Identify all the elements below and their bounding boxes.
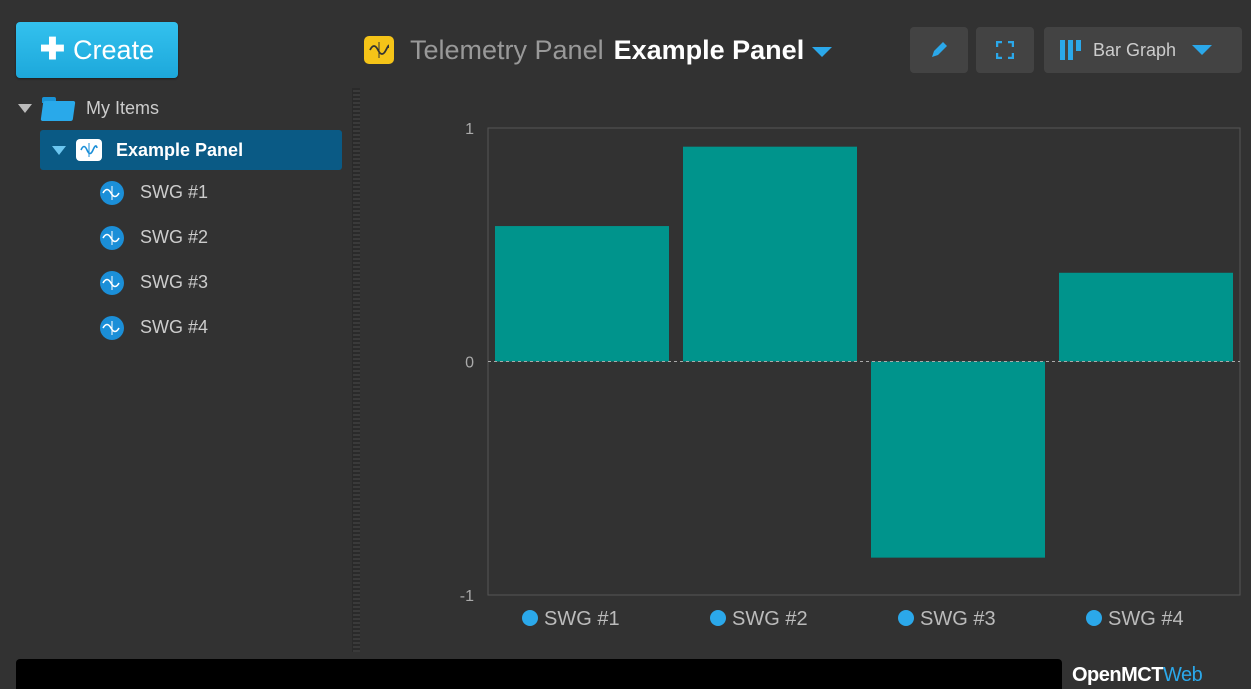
object-tree: My Items Example Panel SWG #1 SWG #2 SWG… [18, 86, 348, 350]
object-header: Telemetry Panel Example Panel [364, 28, 833, 72]
tree-item-swg-4[interactable]: SWG #4 [18, 305, 348, 350]
view-label: Bar Graph [1093, 39, 1177, 60]
folder-icon [40, 95, 76, 121]
x-tick-label: SWG #2 [732, 608, 808, 630]
tree-item-label: My Items [86, 97, 160, 118]
bar-3 [871, 361, 1045, 558]
disclosure-triangle-icon[interactable] [52, 145, 66, 155]
telemetry-point-icon [100, 180, 124, 205]
bar-4 [1059, 272, 1233, 362]
tree-item-my-items[interactable]: My Items [18, 86, 348, 130]
object-name-title[interactable]: Example Panel [614, 35, 805, 66]
bar-1 [495, 226, 669, 362]
telemetry-point-icon [710, 610, 726, 626]
y-tick-label: 1 [465, 121, 474, 138]
bar-graph-icon [1060, 40, 1081, 60]
pane-splitter[interactable] [352, 88, 360, 652]
telemetry-point-icon [1086, 610, 1102, 626]
tree-item-label: Example Panel [116, 139, 244, 160]
view-switcher-button[interactable]: Bar Graph [1044, 27, 1242, 73]
tree-item-swg-3[interactable]: SWG #3 [18, 260, 348, 305]
chevron-down-icon [1192, 45, 1213, 55]
chevron-down-icon[interactable] [812, 47, 833, 57]
tree-item-swg-1[interactable]: SWG #1 [18, 170, 348, 215]
y-tick-label: -1 [460, 588, 474, 605]
bar-2 [683, 146, 857, 362]
tree-item-label: SWG #2 [140, 227, 209, 247]
tree-item-label: SWG #3 [140, 272, 209, 292]
telemetry-point-icon [522, 610, 538, 626]
x-tick-label: SWG #4 [1108, 608, 1184, 630]
disclosure-triangle-icon[interactable] [18, 103, 32, 113]
bar-graph: 1 0 -1 SWG #1 SWG #2 SWG #3 SWG #4 [460, 121, 1241, 630]
telemetry-point-icon [100, 315, 124, 340]
telemetry-panel-icon [76, 139, 102, 161]
fullscreen-icon [996, 41, 1014, 59]
status-bar [16, 659, 1062, 689]
edit-button[interactable] [910, 27, 968, 73]
tree-item-example-panel[interactable]: Example Panel [40, 130, 342, 170]
telemetry-panel-icon [364, 36, 394, 64]
fullscreen-button[interactable] [976, 27, 1034, 73]
tree-item-swg-2[interactable]: SWG #2 [18, 215, 348, 260]
x-tick-label: SWG #1 [544, 608, 620, 630]
telemetry-point-icon [898, 610, 914, 626]
pencil-icon [932, 42, 947, 57]
create-label: Create [73, 34, 155, 65]
telemetry-point-icon [100, 225, 124, 250]
brand-logo: OpenMCTWeb [1072, 664, 1203, 686]
plus-icon: ✚ [39, 33, 66, 66]
telemetry-point-icon [100, 270, 124, 295]
tree-item-label: SWG #1 [140, 182, 209, 202]
x-tick-label: SWG #3 [920, 608, 996, 630]
create-button[interactable]: ✚ Create [16, 22, 178, 78]
y-tick-label: 0 [465, 355, 474, 372]
object-type-label: Telemetry Panel [410, 34, 604, 65]
tree-item-label: SWG #4 [140, 317, 209, 337]
